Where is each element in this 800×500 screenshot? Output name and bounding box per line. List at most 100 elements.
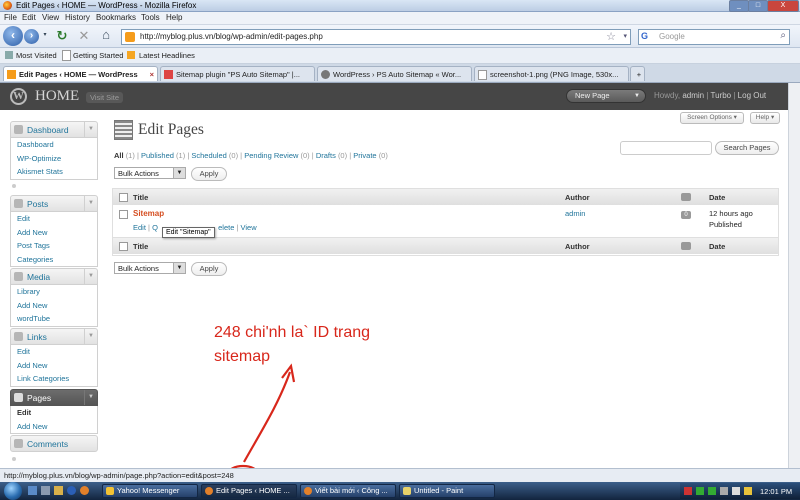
page-scrollbar[interactable] <box>788 83 800 468</box>
sidebar-item-pages-edit[interactable]: Edit <box>11 406 97 420</box>
start-button[interactable] <box>4 482 22 500</box>
menu-posts[interactable]: Posts ▼ <box>10 195 98 212</box>
url-dropdown-icon[interactable]: ▾ <box>623 32 627 40</box>
visit-site-button[interactable]: Visit Site <box>86 92 124 103</box>
address-bar[interactable]: http://myblog.plus.vn/blog/wp-admin/edit… <box>121 29 631 45</box>
volume-icon[interactable] <box>732 487 740 495</box>
select-all-checkbox[interactable] <box>119 193 128 202</box>
sidebar-item-pages-add-new[interactable]: Add New <box>11 420 97 434</box>
bookmark-latest-headlines[interactable]: Latest Headlines <box>139 51 195 60</box>
home-icon[interactable]: ⌂ <box>99 28 113 42</box>
bulk-actions-select-bottom[interactable]: Bulk Actions ▼ <box>114 262 186 274</box>
sidebar-item-akismet-stats[interactable]: Akismet Stats <box>11 165 97 179</box>
network-icon[interactable] <box>720 487 728 495</box>
tab-screenshot-png[interactable]: screenshot-1.png (PNG Image, 530x... <box>474 66 629 81</box>
sidebar-item-categories[interactable]: Categories <box>11 253 97 267</box>
column-date[interactable]: Date <box>709 242 725 251</box>
menu-history[interactable]: History <box>65 13 90 22</box>
search-pages-button[interactable]: Search Pages <box>715 141 779 155</box>
column-title[interactable]: Title <box>133 242 148 251</box>
sidebar-item-dashboard[interactable]: Dashboard <box>11 138 97 152</box>
menu-dashboard[interactable]: Dashboard ▼ <box>10 121 98 138</box>
maximize-button[interactable]: □ <box>748 0 768 12</box>
sidebar-item-wp-optimize[interactable]: WP-Optimize <box>11 152 97 166</box>
sidebar-item-posts-add-new[interactable]: Add New <box>11 226 97 240</box>
history-dropdown-icon[interactable]: ▾ <box>41 31 49 41</box>
filter-pending-review[interactable]: Pending Review <box>244 151 298 160</box>
bulk-actions-select-top[interactable]: Bulk Actions ▼ <box>114 167 186 179</box>
sidebar-item-post-tags[interactable]: Post Tags <box>11 239 97 253</box>
favorite-actions-dropdown[interactable]: New Page ▼ <box>566 89 646 103</box>
back-icon[interactable]: ‹ <box>3 26 23 46</box>
sidebar-item-library[interactable]: Library <box>11 285 97 299</box>
select-all-checkbox[interactable] <box>119 242 128 251</box>
minimize-button[interactable]: _ <box>729 0 749 12</box>
filter-private[interactable]: Private <box>353 151 376 160</box>
username-link[interactable]: admin <box>682 91 704 100</box>
tab-close-icon[interactable]: × <box>150 67 154 81</box>
comment-count-badge[interactable]: 0 <box>681 211 691 219</box>
chevron-down-icon[interactable]: ▼ <box>84 329 97 344</box>
search-box[interactable]: G Google ⌕ <box>638 29 790 45</box>
tab-wordpress-ps-auto-sitemap[interactable]: WordPress › PS Auto Sitemap « Wor... <box>317 66 472 81</box>
column-date[interactable]: Date <box>709 193 725 202</box>
sidebar-item-media-add-new[interactable]: Add New <box>11 299 97 313</box>
menu-media[interactable]: Media ▼ <box>10 268 98 285</box>
chevron-down-icon[interactable]: ▼ <box>84 269 97 284</box>
google-icon[interactable]: G <box>641 31 651 41</box>
bookmark-most-visited[interactable]: Most Visited <box>16 51 57 60</box>
close-button[interactable]: X <box>767 0 799 12</box>
switch-windows-icon[interactable] <box>41 486 50 495</box>
sidebar-item-posts-edit[interactable]: Edit <box>11 212 97 226</box>
chevron-down-icon[interactable]: ▼ <box>84 196 97 211</box>
folder-icon[interactable] <box>54 486 63 495</box>
taskbar-paint[interactable]: Untitled - Paint <box>399 484 495 498</box>
menu-pages[interactable]: Pages ▼ <box>10 389 98 406</box>
row-checkbox[interactable] <box>119 210 128 219</box>
filter-scheduled[interactable]: Scheduled <box>191 151 226 160</box>
ie-icon[interactable] <box>67 486 76 495</box>
tab-edit-pages[interactable]: Edit Pages ‹ HOME — WordPress × <box>3 66 158 81</box>
help-button[interactable]: Help ▾ <box>750 112 780 124</box>
site-name[interactable]: HOME <box>35 88 79 105</box>
apply-button-top[interactable]: Apply <box>191 167 227 181</box>
tray-icon[interactable] <box>744 487 752 495</box>
sidebar-item-links-add-new[interactable]: Add New <box>11 359 97 373</box>
row-action-quick-edit[interactable]: Q <box>152 223 158 232</box>
tray-icon[interactable] <box>708 487 716 495</box>
taskbar-yahoo-messenger[interactable]: Yahoo! Messenger <box>102 484 198 498</box>
taskbar-firefox[interactable]: Edit Pages ‹ HOME ... <box>201 484 297 498</box>
bookmark-getting-started[interactable]: Getting Started <box>73 51 123 60</box>
sidebar-item-link-categories[interactable]: Link Categories <box>11 372 97 386</box>
menu-file[interactable]: File <box>4 13 17 22</box>
chevron-down-icon[interactable]: ▼ <box>84 390 97 405</box>
row-action-edit[interactable]: Edit <box>133 223 146 232</box>
search-pages-input[interactable] <box>620 141 712 155</box>
menu-links[interactable]: Links ▼ <box>10 328 98 345</box>
sidebar-item-links-edit[interactable]: Edit <box>11 345 97 359</box>
row-author[interactable]: admin <box>565 209 585 218</box>
row-title-link[interactable]: Sitemap <box>133 209 164 218</box>
sidebar-item-wordtube[interactable]: wordTube <box>11 312 97 326</box>
menu-bookmarks[interactable]: Bookmarks <box>96 13 136 22</box>
clock[interactable]: 12:01 PM <box>760 487 792 496</box>
menu-comments[interactable]: Comments <box>10 435 98 452</box>
firefox-quicklaunch-icon[interactable] <box>80 486 89 495</box>
show-desktop-icon[interactable] <box>28 486 37 495</box>
filter-published[interactable]: Published <box>141 151 174 160</box>
apply-button-bottom[interactable]: Apply <box>191 262 227 276</box>
stop-icon[interactable]: ✕ <box>77 29 91 43</box>
column-title[interactable]: Title <box>133 193 148 202</box>
forward-icon[interactable]: › <box>24 29 39 44</box>
chevron-down-icon[interactable]: ▼ <box>84 122 97 137</box>
taskbar-viet-bai-moi[interactable]: Viết bài mới ‹ Công ... <box>300 484 396 498</box>
row-action-view[interactable]: View <box>241 223 257 232</box>
tray-icon[interactable] <box>684 487 692 495</box>
reload-icon[interactable]: ↻ <box>55 29 69 43</box>
turbo-link[interactable]: Turbo <box>711 91 732 100</box>
filter-all[interactable]: All <box>114 151 124 160</box>
new-tab-button[interactable]: + <box>630 66 645 81</box>
star-bookmark-icon[interactable]: ☆ <box>606 30 616 43</box>
tab-sitemap-plugin[interactable]: Sitemap plugin "PS Auto Sitemap" |... <box>160 66 315 81</box>
row-action-delete[interactable]: elete <box>218 223 234 232</box>
